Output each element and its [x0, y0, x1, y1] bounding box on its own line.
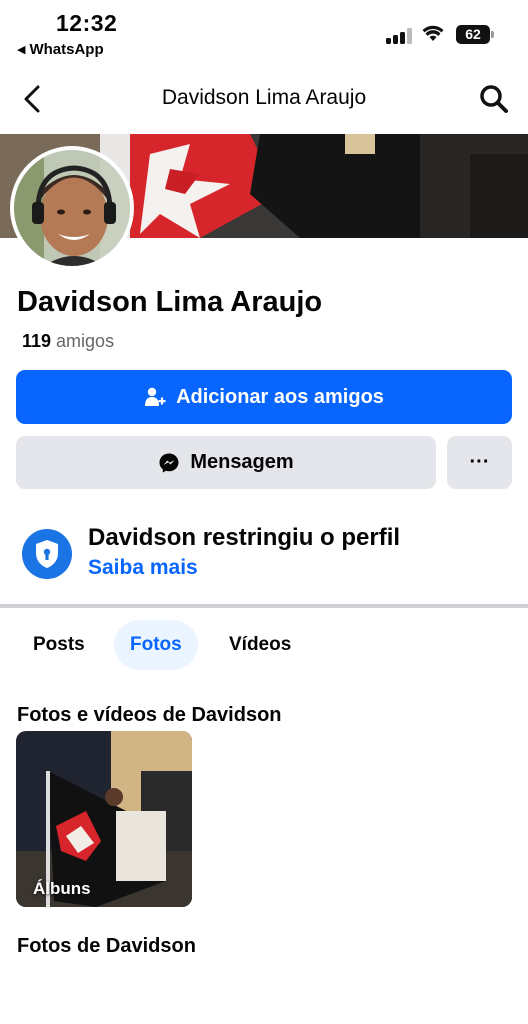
- add-friend-icon: [145, 387, 166, 406]
- nav-title: Davidson Lima Araujo: [161, 86, 367, 109]
- profile-avatar[interactable]: [10, 146, 134, 270]
- back-to-app-link[interactable]: ◀ WhatsApp: [17, 41, 104, 58]
- shield-lock-icon: [22, 529, 72, 579]
- search-icon[interactable]: [478, 83, 510, 115]
- battery-icon: 62: [456, 25, 490, 44]
- restricted-profile-title: Davidson restringiu o perfil: [88, 524, 401, 551]
- status-bar: 12:32 ◀ WhatsApp 62: [0, 0, 528, 66]
- photos-of-title: Fotos de Davidson: [17, 935, 196, 957]
- more-icon: ···: [469, 451, 490, 473]
- section-divider: [0, 604, 528, 608]
- tab-videos[interactable]: Vídeos: [213, 620, 307, 670]
- message-button[interactable]: Mensagem: [16, 436, 436, 489]
- wifi-icon: [422, 25, 444, 41]
- learn-more-link[interactable]: Saiba mais: [88, 556, 198, 580]
- add-friend-label: Adicionar aos amigos: [176, 385, 384, 408]
- tab-fotos[interactable]: Fotos: [114, 620, 198, 670]
- cellular-signal-icon: [386, 28, 412, 44]
- avatar-image: [14, 150, 130, 266]
- message-label: Mensagem: [190, 451, 294, 473]
- status-time: 12:32: [56, 10, 118, 36]
- profile-tabs: Posts Fotos Vídeos: [0, 620, 528, 670]
- photos-videos-title: Fotos e vídeos de Davidson: [17, 704, 282, 726]
- albums-tile[interactable]: Álbuns: [16, 731, 192, 907]
- friends-count[interactable]: 119 amigos: [22, 331, 114, 352]
- battery-level: 62: [465, 26, 481, 42]
- friends-label: amigos: [56, 331, 115, 351]
- nav-bar: Davidson Lima Araujo: [0, 66, 528, 132]
- back-app-label: WhatsApp: [29, 41, 104, 58]
- albums-label: Álbuns: [33, 879, 91, 898]
- more-options-button[interactable]: ···: [447, 436, 512, 489]
- friends-number: 119: [22, 331, 52, 351]
- profile-name: Davidson Lima Araujo: [17, 286, 323, 318]
- back-triangle-icon: ◀: [17, 44, 26, 56]
- messenger-icon: [159, 453, 179, 472]
- tab-posts[interactable]: Posts: [17, 620, 101, 670]
- battery-tip: [491, 31, 494, 38]
- add-friend-button[interactable]: Adicionar aos amigos: [16, 370, 512, 424]
